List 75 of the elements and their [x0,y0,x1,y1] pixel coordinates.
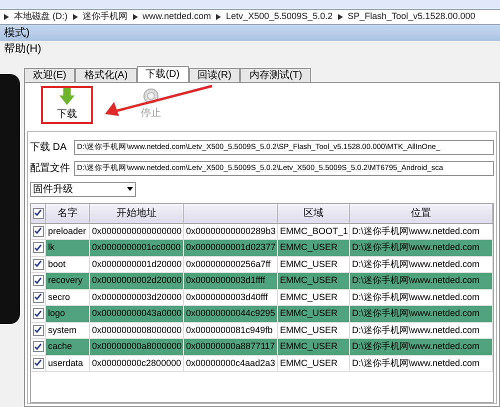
table-cell: EMMC_USER [278,339,350,354]
table-cell: logo [46,306,90,322]
table-cell: 0x0000000001d02377 [184,240,278,256]
table-cell: 0x00000000044c9295 [184,306,278,322]
breadcrumb-item[interactable]: Letv_X500_5.5009S_5.0.2 [226,10,333,24]
table-cell: recovery [46,273,90,288]
table-cell: 0x0000000003d40fff [184,290,278,305]
table-row[interactable]: cache 0x00000000a8000000 0x00000000a8877117 EMMC_USER D:\迷你手机网\www.netded.com [31,339,493,356]
table-cell: secro [46,290,90,305]
table-cell: boot [46,256,90,272]
table-cell: 0x0000000001cc0000 [90,240,184,256]
table-cell: 0x00000000043a0000 [90,306,184,322]
table-cell: 0x00000000c4aad2a3 [184,356,278,371]
field-label: 配置文件 [30,162,70,176]
dropdown-value: 固件升级 [33,182,73,196]
table-cell: 0x0000000003d1ffff [184,273,278,288]
table-cell: 0x000000000256a7ff [184,256,278,272]
table-cell: system [46,322,90,338]
column-header[interactable]: 名字 [46,204,90,222]
table-row[interactable]: lk 0x0000000001cc0000 0x0000000001d02377 EMMC_USER D:\迷你手机网\www.netded.com [31,240,493,256]
tab[interactable]: 内存测试(T) [240,68,312,82]
table-cell: lk [46,240,90,256]
table-row[interactable]: userdata 0x00000000c2800000 0x00000000c4aad2a3 EMMC_USER D:\迷你手机网\www.netded.com [31,356,493,372]
table-row[interactable]: recovery 0x0000000002d20000 0x0000000003d1ffff EMMC_USER D:\迷你手机网\www.netded.com [31,273,493,290]
table-cell: cache [46,339,90,354]
table-cell: 0x0000000008000000 [90,322,184,338]
table-cell: 0x0000000003d20000 [90,290,184,305]
table-cell: D:\迷你手机网\www.netded.com [350,256,493,272]
table-cell: D:\迷你手机网\www.netded.com [350,290,493,305]
table-cell: 0x0000000081c949fb [184,322,278,338]
table-cell: D:\迷你手机网\www.netded.com [350,322,493,338]
tab[interactable]: 下载(D) [136,66,189,82]
column-header[interactable]: 区域 [278,204,350,222]
table-cell: D:\迷你手机网\www.netded.com [350,240,493,256]
table-cell: D:\迷你手机网\www.netded.com [350,339,493,354]
table-cell: D:\迷你手机网\www.netded.com [350,273,493,288]
table-cell: EMMC_USER [278,273,350,288]
table-row[interactable]: secro 0x0000000003d20000 0x0000000003d40fff EMMC_USER D:\迷你手机网\www.netded.com [31,290,493,306]
table-cell: EMMC_USER [278,306,350,322]
breadcrumb-item[interactable]: 迷你手机网 [82,10,128,24]
column-header[interactable]: 开始地址 [90,204,184,222]
table-cell: EMMC_USER [278,240,350,256]
tab[interactable]: 回读(R) [188,68,240,82]
table-row[interactable]: logo 0x00000000043a0000 0x00000000044c9295 EMMC_USER D:\迷你手机网\www.netded.com [31,306,493,322]
table-cell: preloader [46,224,90,239]
menu-item[interactable]: 帮助(H) [4,41,42,58]
table-cell: EMMC_USER [278,322,350,338]
table-cell: D:\迷你手机网\www.netded.com [350,224,493,239]
table-cell: 0x00000000000289b3 [184,224,278,239]
table-cell: EMMC_USER [278,256,350,272]
table-row[interactable]: preloader 0x0000000000000000 0x00000000000289b3 EMMC_BOOT_1 D:\迷你手机网\www.netded.com [31,224,493,240]
table-cell: 0x0000000001d20000 [90,256,184,272]
table-cell: 0x00000000a8877117 [184,339,278,354]
download-button[interactable]: 下载 [41,86,93,124]
column-header[interactable]: 位置 [350,204,493,222]
table-cell: EMMC_USER [278,356,350,371]
table-row[interactable]: boot 0x0000000001d20000 0x000000000256a7ff EMMC_USER D:\迷你手机网\www.netded.com [31,256,493,273]
table-cell: 0x00000000c2800000 [90,356,184,371]
table-cell: D:\迷你手机网\www.netded.com [350,356,493,371]
window-title: 模式) [4,26,30,40]
breadcrumb-item[interactable]: 本地磁盘 (D:) [14,10,68,24]
table-cell: EMMC_BOOT_1 [278,224,350,239]
breadcrumb-item[interactable]: www.netded.com [142,10,212,24]
table-cell: 0x00000000a8000000 [90,339,184,354]
table-cell: 0x0000000002d20000 [90,273,184,288]
tab[interactable]: 格式化(A) [75,68,137,82]
table-cell: D:\迷你手机网\www.netded.com [350,306,493,322]
table-row[interactable]: system 0x0000000008000000 0x0000000081c949fb EMMC_USER D:\迷你手机网\www.netded.com [31,322,493,339]
field-label: 下载 DA [30,140,68,154]
table-cell: userdata [46,356,90,371]
table-cell: EMMC_USER [278,290,350,305]
breadcrumb-item[interactable]: SP_Flash_Tool_v5.1528.00.000 [348,10,476,24]
table-cell: 0x0000000000000000 [90,224,184,239]
mode-dropdown[interactable]: 固件升级 [30,182,136,196]
tab[interactable]: 欢迎(E) [24,68,76,82]
